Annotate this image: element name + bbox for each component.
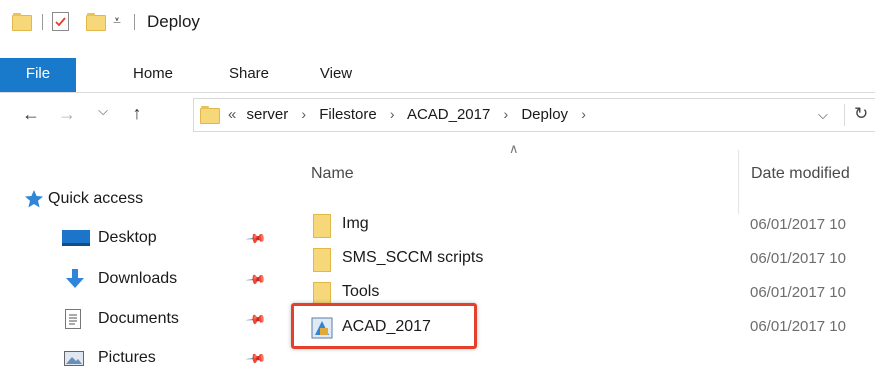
document-icon <box>65 309 81 329</box>
pin-icon[interactable]: 📌 <box>245 269 267 292</box>
toolbar-separator <box>42 14 43 30</box>
breadcrumb: « server › Filestore › ACAD_2017 › Deplo… <box>228 106 595 123</box>
customize-toolbar-icon[interactable]: ⩡ <box>113 12 121 29</box>
file-date: 06/01/2017 10 <box>750 284 846 301</box>
tab-home[interactable]: Home <box>118 58 188 90</box>
ribbon-divider <box>0 92 875 93</box>
refresh-icon[interactable]: ↻ <box>854 104 868 124</box>
list-item[interactable]: SMS_SCCM scripts 06/01/2017 10 <box>300 244 875 274</box>
pin-icon[interactable]: 📌 <box>245 228 267 251</box>
window-title: Deploy <box>147 12 200 31</box>
file-name: Img <box>342 215 369 232</box>
tab-share[interactable]: Share <box>214 58 284 90</box>
back-icon[interactable]: ← <box>20 104 42 125</box>
title-bar: ⩡ Deploy <box>0 0 875 46</box>
column-header-date[interactable]: Date modified <box>751 165 850 183</box>
highlight-box <box>291 303 477 349</box>
pin-icon[interactable]: 📌 <box>245 309 267 332</box>
recent-locations-icon[interactable]: ⌵ <box>92 103 114 119</box>
list-item[interactable]: Img 06/01/2017 10 <box>300 210 875 240</box>
pictures-icon <box>64 351 84 366</box>
star-icon <box>24 189 44 214</box>
chevron-right-icon[interactable]: › <box>292 106 315 122</box>
address-dropdown-icon[interactable]: ⌵ <box>818 107 828 123</box>
file-date: 06/01/2017 10 <box>750 318 846 335</box>
download-icon <box>64 268 86 295</box>
breadcrumb-server[interactable]: server <box>241 106 289 123</box>
nav-desktop[interactable]: Desktop <box>98 229 157 247</box>
breadcrumb-deploy[interactable]: Deploy <box>521 106 568 123</box>
breadcrumb-acad[interactable]: ACAD_2017 <box>407 106 490 123</box>
forward-icon[interactable]: → <box>56 104 78 125</box>
nav-downloads[interactable]: Downloads <box>98 270 177 288</box>
folder-icon <box>313 214 331 238</box>
nav-documents[interactable]: Documents <box>98 310 179 328</box>
breadcrumb-overflow[interactable]: « <box>228 106 236 123</box>
properties-icon[interactable] <box>52 12 69 31</box>
nav-quick-access[interactable]: Quick access <box>48 190 143 208</box>
column-header-name[interactable]: Name <box>311 165 354 183</box>
folder-icon[interactable] <box>12 13 32 31</box>
navigation-pane: Quick access Desktop 📌 Downloads 📌 Docum… <box>20 185 280 373</box>
file-name: Tools <box>342 283 380 300</box>
tab-view[interactable]: View <box>304 58 368 90</box>
pin-icon[interactable]: 📌 <box>245 348 267 371</box>
up-icon[interactable]: ↑ <box>126 103 148 124</box>
file-name: SMS_SCCM scripts <box>342 249 484 266</box>
sort-ascending-icon: ∧ <box>509 141 519 156</box>
folder-icon <box>313 248 331 272</box>
nav-pictures[interactable]: Pictures <box>98 349 156 367</box>
address-divider <box>844 104 845 126</box>
file-date: 06/01/2017 10 <box>750 250 846 267</box>
address-bar[interactable]: « server › Filestore › ACAD_2017 › Deplo… <box>193 98 875 132</box>
desktop-icon <box>62 230 90 246</box>
toolbar-separator <box>134 14 135 30</box>
file-date: 06/01/2017 10 <box>750 216 846 233</box>
breadcrumb-filestore[interactable]: Filestore <box>319 106 377 123</box>
folder-icon <box>200 106 220 124</box>
tab-file[interactable]: File <box>0 58 76 92</box>
chevron-right-icon[interactable]: › <box>381 106 404 122</box>
chevron-right-icon[interactable]: › <box>495 106 518 122</box>
new-folder-icon[interactable] <box>86 13 106 31</box>
chevron-right-icon[interactable]: › <box>572 106 595 122</box>
